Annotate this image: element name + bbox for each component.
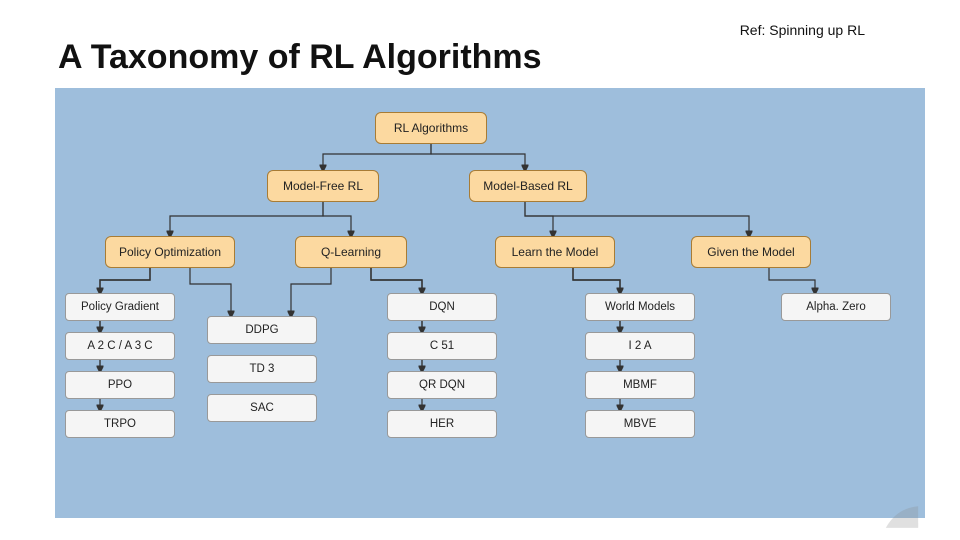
leaf-policy-gradient: Policy Gradient xyxy=(65,293,175,321)
leaf-qr-dqn: QR DQN xyxy=(387,371,497,399)
node-root: RL Algorithms xyxy=(375,112,487,144)
leaf-mbmf: MBMF xyxy=(585,371,695,399)
node-model-free: Model-Free RL xyxy=(267,170,379,202)
leaf-sac: SAC xyxy=(207,394,317,422)
page: A Taxonomy of RL Algorithms Ref: Spinnin… xyxy=(0,0,960,540)
leaf-alphazero: Alpha. Zero xyxy=(781,293,891,321)
leaf-world-models: World Models xyxy=(585,293,695,321)
leaf-c51: C 51 xyxy=(387,332,497,360)
leaf-dqn: DQN xyxy=(387,293,497,321)
leaf-ddpg: DDPG xyxy=(207,316,317,344)
node-learn-model: Learn the Model xyxy=(495,236,615,268)
page-title: A Taxonomy of RL Algorithms xyxy=(58,38,542,77)
reference-text: Ref: Spinning up RL xyxy=(740,22,865,38)
leaf-ppo: PPO xyxy=(65,371,175,399)
node-q-learning: Q-Learning xyxy=(295,236,407,268)
node-model-based: Model-Based RL xyxy=(469,170,587,202)
leaf-i2a: I 2 A xyxy=(585,332,695,360)
leaf-trpo: TRPO xyxy=(65,410,175,438)
node-given-model: Given the Model xyxy=(691,236,811,268)
leaf-her: HER xyxy=(387,410,497,438)
diagram-canvas: RL Algorithms Model-Free RL Model-Based … xyxy=(55,88,925,518)
leaf-a2c-a3c: A 2 C / A 3 C xyxy=(65,332,175,360)
leaf-mbve: MBVE xyxy=(585,410,695,438)
leaf-td3: TD 3 xyxy=(207,355,317,383)
node-policy-optimization: Policy Optimization xyxy=(105,236,235,268)
page-curl-icon xyxy=(884,504,920,532)
